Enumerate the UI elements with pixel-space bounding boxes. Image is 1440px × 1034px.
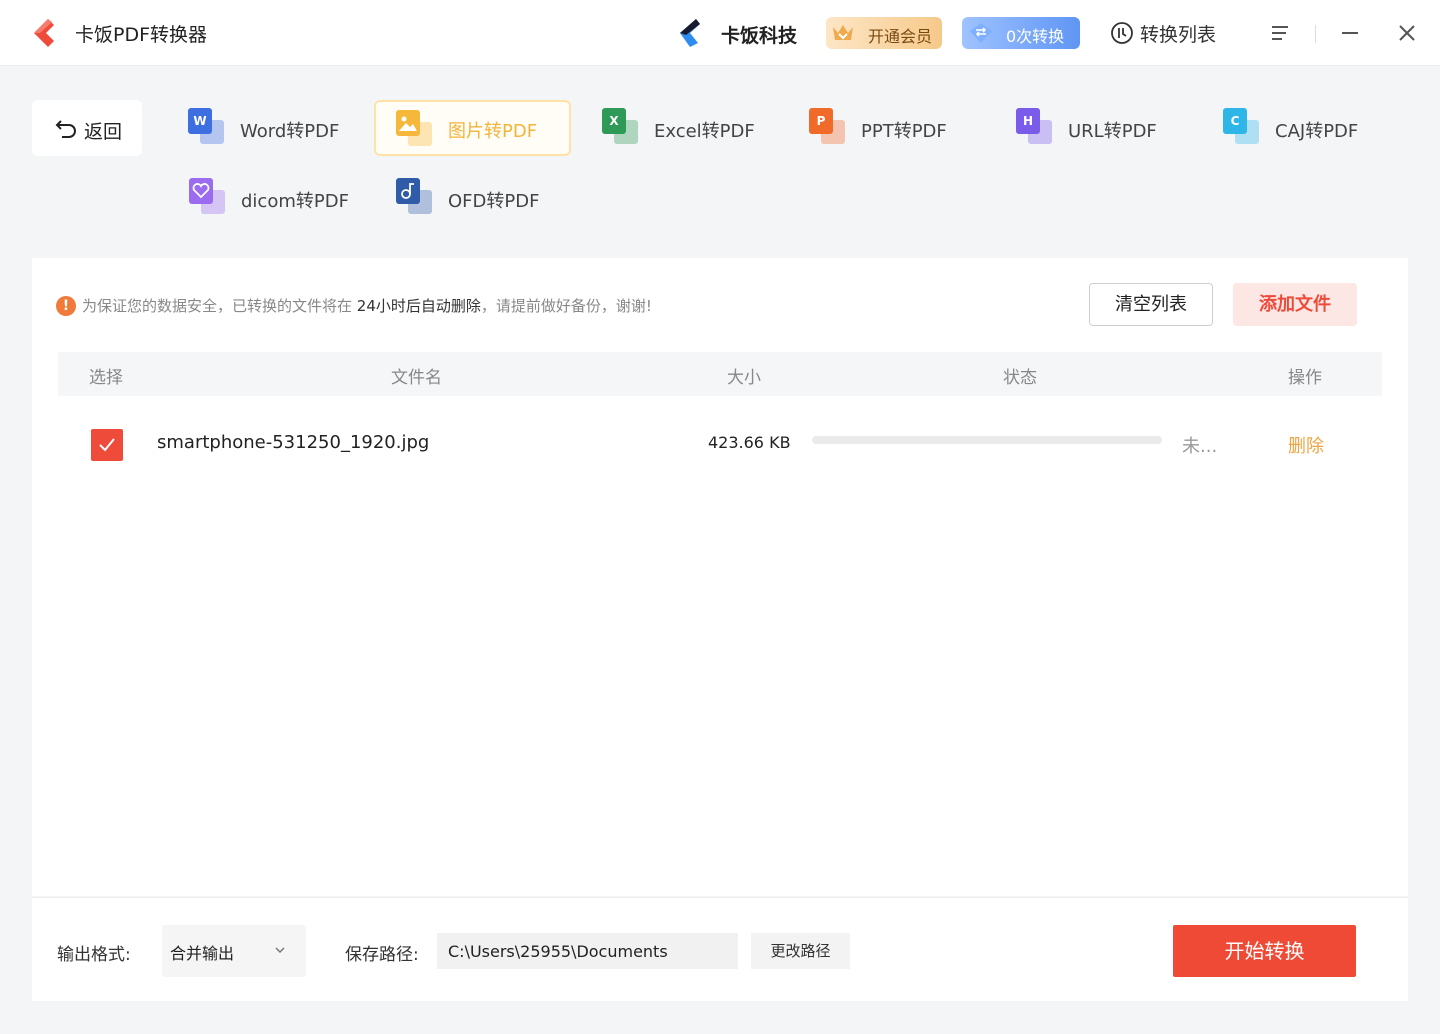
tool-ppt-to-pdf[interactable]: P PPT转PDF [809,100,969,156]
row-filename: smartphone-531250_1920.jpg [157,432,430,453]
output-format-value: 合并输出 [170,944,235,963]
back-label: 返回 [84,121,123,143]
row-progress-bar [812,436,1162,444]
col-header-filename: 文件名 [391,368,442,388]
url-file-icon: H [1016,108,1056,148]
caj-file-icon: C [1223,108,1263,148]
crown-icon [833,25,853,40]
output-format-select[interactable]: 合并输出 [162,925,306,977]
app-logo-icon [34,19,54,47]
tool-label: CAJ转PDF [1275,121,1359,142]
brand-logo-icon [680,19,700,47]
bottom-bar: 输出格式: 合并输出 保存路径: 更改路径 开始转换 [32,897,1408,1001]
table-header: 选择 文件名 大小 状态 操作 [58,352,1382,396]
row-delete-link[interactable]: 删除 [1288,432,1324,458]
output-format-label: 输出格式: [57,945,131,965]
conversions-button[interactable]: 0次转换 [962,17,1080,49]
tool-ofd-to-pdf[interactable]: OFD转PDF [396,170,556,226]
ppt-file-icon: P [809,108,849,148]
back-button[interactable]: 返回 [32,100,142,156]
ofd-file-icon [396,178,436,218]
tool-label: Word转PDF [240,121,340,142]
tool-label: URL转PDF [1068,121,1157,142]
col-header-select: 选择 [89,368,123,388]
conversion-list-label: 转换列表 [1140,24,1217,46]
tool-dicom-to-pdf[interactable]: dicom转PDF [189,170,359,226]
chevron-down-icon [275,947,285,954]
table-row: smartphone-531250_1920.jpg 423.66 KB 未..… [58,418,1382,472]
tool-caj-to-pdf[interactable]: C CAJ转PDF [1223,100,1383,156]
tool-label: dicom转PDF [241,191,349,212]
save-path-input[interactable] [437,933,738,969]
dicom-file-icon [189,178,229,218]
row-size: 423.66 KB [708,433,791,452]
brand-name: 卡饭科技 [721,25,798,47]
notice-highlight: 24小时后自动删除 [356,297,481,315]
tool-url-to-pdf[interactable]: H URL转PDF [1016,100,1176,156]
notice-text-end: ，请提前做好备份，谢谢! [480,297,652,315]
tool-label: OFD转PDF [448,191,540,212]
app-title: 卡饭PDF转换器 [75,24,208,46]
warning-icon: ! [56,296,76,316]
checkmark-icon [99,438,115,452]
tool-excel-to-pdf[interactable]: X Excel转PDF [602,100,772,156]
notice-text: 为保证您的数据安全，已转换的文件将在 [82,297,357,315]
tool-label: 图片转PDF [448,121,538,142]
image-file-icon [396,110,436,150]
menu-icon[interactable] [1270,24,1290,42]
row-status: 未... [1182,436,1218,457]
titlebar-divider [1315,25,1316,43]
minimize-icon[interactable] [1340,22,1360,44]
col-header-action: 操作 [1288,368,1322,388]
tool-label: PPT转PDF [861,121,947,142]
word-file-icon: W [188,108,228,148]
conversions-label: 0次转换 [1006,27,1065,46]
save-path-label: 保存路径: [345,945,419,965]
add-file-button[interactable]: 添加文件 [1233,283,1357,326]
row-checkbox[interactable] [91,429,123,461]
col-header-status: 状态 [1003,368,1037,388]
vip-label: 开通会员 [868,27,933,46]
list-clock-icon [1111,22,1133,44]
vip-button[interactable]: 开通会员 [826,17,942,49]
back-arrow-icon [55,120,76,138]
excel-file-icon: X [602,108,642,148]
exchange-icon [970,23,992,43]
file-list-panel: ! 为保证您的数据安全，已转换的文件将在 24小时后自动删除，请提前做好备份，谢… [32,258,1408,896]
clear-list-button[interactable]: 清空列表 [1089,283,1213,326]
tool-word-to-pdf[interactable]: W Word转PDF [188,100,358,156]
change-path-button[interactable]: 更改路径 [751,933,850,969]
close-icon[interactable] [1396,22,1418,44]
tool-image-to-pdf[interactable]: 图片转PDF [374,100,571,156]
start-convert-button[interactable]: 开始转换 [1173,925,1356,977]
tool-label: Excel转PDF [654,121,755,142]
col-header-size: 大小 [727,368,761,388]
title-bar: 卡饭PDF转换器 卡饭科技 开通会员 0次转换 转换列表 [0,0,1440,66]
